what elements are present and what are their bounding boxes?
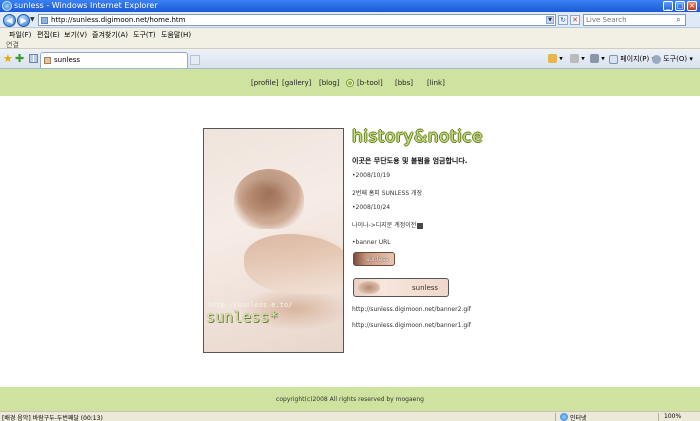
banner-url-label: •banner URL — [352, 239, 391, 246]
banner-large[interactable]: sunless — [353, 278, 449, 297]
feeds-button[interactable]: ▾ — [570, 54, 585, 64]
page-icon — [41, 17, 48, 24]
banner2-url: http://sunless.digimoon.net/banner2.gif — [352, 306, 471, 313]
nav-profile[interactable]: [profile] — [251, 79, 279, 87]
nav-dot-icon — [347, 80, 353, 86]
tab-sunless[interactable]: sunless — [40, 52, 188, 68]
emoticon-icon — [417, 222, 424, 229]
stop-button[interactable]: ✕ — [570, 15, 580, 25]
tools-menu-label: 도구(O) — [663, 55, 688, 63]
zoom-level[interactable]: 100% — [664, 413, 681, 420]
minimize-button[interactable]: _ — [663, 1, 673, 11]
page-menu-button[interactable]: 페이지(P) ▾ — [609, 54, 655, 64]
print-icon — [590, 54, 599, 63]
notice-text: 이곳은 무단도용 및 불펌을 엄금합니다. — [352, 157, 468, 165]
refresh-button[interactable]: ↻ — [558, 15, 568, 25]
add-favorites-icon[interactable]: ✚ — [15, 53, 26, 64]
address-toolbar: ◀ ▶ ▼ ▼ ↻ ✕ ⌕ — [0, 12, 700, 28]
nav-blog[interactable]: [blog] — [319, 79, 340, 87]
address-bar: ▼ — [38, 14, 556, 26]
address-input[interactable] — [51, 15, 541, 25]
close-button[interactable]: ✕ — [687, 1, 697, 11]
history-notice-heading: history&notice — [352, 127, 484, 147]
tools-menu-button[interactable]: 도구(O) ▾ — [652, 54, 693, 64]
globe-icon — [560, 413, 568, 421]
search-icon[interactable]: ⌕ — [674, 16, 683, 25]
banner-large-text: sunless — [412, 284, 439, 292]
nav-gallery[interactable]: [gallery] — [282, 79, 311, 87]
status-text: [배경 음악] 바람구두-두번째달 (00:13) — [2, 415, 103, 421]
feeds-icon — [570, 54, 579, 63]
portrait-arm — [244, 234, 343, 294]
back-button[interactable]: ◀ — [3, 14, 16, 27]
page-viewport: [profile] [gallery] [blog] [b-tool] [bbs… — [0, 69, 700, 411]
portrait-hair — [234, 169, 304, 229]
history-dropdown-icon[interactable]: ▼ — [30, 17, 36, 23]
history-date-1: •2008/10/19 — [352, 172, 391, 179]
portrait-brand: sunless* — [206, 308, 279, 326]
maximize-button[interactable]: □ — [675, 1, 685, 11]
print-button[interactable]: ▾ — [590, 54, 605, 64]
search-input[interactable] — [586, 15, 671, 25]
security-zone[interactable]: 인터넷 — [570, 413, 587, 421]
home-button[interactable]: ▾ — [548, 54, 563, 64]
banner-small-text: sunless — [366, 256, 389, 263]
status-separator-2 — [658, 413, 659, 421]
tab-favicon-icon — [44, 57, 51, 64]
page-menu-label: 페이지(P) — [620, 55, 650, 63]
nav-btool[interactable]: [b-tool] — [357, 79, 383, 87]
banner1-url: http://sunless.digimoon.net/banner1.gif — [352, 322, 471, 329]
links-bar: 연결 — [0, 39, 700, 49]
banner-large-face — [358, 281, 380, 294]
address-dropdown-icon[interactable]: ▼ — [546, 16, 554, 24]
window-title: sunless - Windows Internet Explorer — [14, 1, 158, 10]
history-entry-1: 2번째 홈피 SUNLESS 개장 — [352, 190, 423, 197]
nav-link[interactable]: [link] — [427, 79, 445, 87]
history-entry-2: 나이나->디지문 계정이전 — [352, 220, 424, 229]
history-entry-2-text: 나이나->디지문 계정이전 — [352, 222, 417, 229]
banner-small[interactable]: sunless — [353, 252, 395, 266]
status-separator — [555, 413, 556, 421]
site-navigation: [profile] [gallery] [blog] [b-tool] [bbs… — [0, 69, 700, 96]
home-icon — [548, 54, 557, 63]
title-bar: sunless - Windows Internet Explorer _ □ … — [0, 0, 700, 12]
new-tab-button[interactable] — [190, 55, 200, 65]
favorites-star-icon[interactable]: ★ — [3, 53, 14, 64]
site-footer: copyright(c)2008 All rights reserved by … — [0, 387, 700, 411]
forward-button[interactable]: ▶ — [17, 14, 30, 27]
tab-label: sunless — [54, 56, 81, 64]
menu-bar: 파일(F) 편집(E) 보기(V) 즐겨찾기(A) 도구(T) 도움말(H) — [0, 28, 700, 39]
tab-bar: ★ ✚ sunless ▾ ▾ ▾ 페이지(P) ▾ 도구(O) ▾ — [0, 49, 700, 69]
search-box: ⌕ — [583, 14, 686, 26]
ie-logo-icon — [2, 1, 12, 11]
portrait-illustration: http://sunless.e.to/ sunless* — [203, 128, 344, 353]
copyright-text: copyright(c)2008 All rights reserved by … — [276, 396, 424, 403]
gear-icon — [652, 54, 661, 64]
history-date-2: •2008/10/24 — [352, 204, 391, 211]
page-menu-icon — [609, 54, 618, 64]
nav-bbs[interactable]: [bbs] — [395, 79, 413, 87]
quick-tabs-icon[interactable] — [29, 54, 38, 63]
status-bar: [배경 음악] 바람구두-두번째달 (00:13) 인터넷 100% — [0, 411, 700, 421]
